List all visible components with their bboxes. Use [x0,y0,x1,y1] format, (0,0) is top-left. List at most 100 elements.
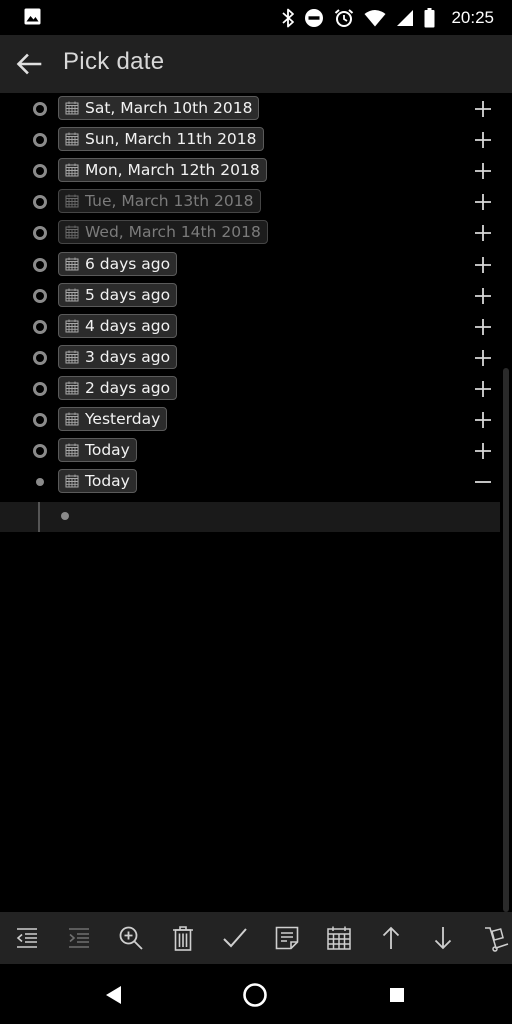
list-item[interactable]: 4 days ago [0,311,512,342]
list-item[interactable]: 6 days ago [0,249,512,280]
page-title: Pick date [63,48,165,75]
list-item[interactable]: 5 days ago [0,280,512,311]
bullet-collapsed[interactable] [33,350,47,365]
bullet-collapsed[interactable] [33,288,47,303]
list-item[interactable]: Tue, March 13th 2018 [0,186,512,217]
calendar-icon [65,443,79,457]
do-not-disturb-icon [305,9,324,27]
date-chip[interactable]: Today [58,438,137,463]
list-item[interactable]: Wed, March 14th 2018 [0,217,512,248]
calendar-icon [65,319,79,333]
bullet-collapsed[interactable] [33,413,47,427]
new-item-row[interactable] [0,502,500,532]
calendar-icon [65,225,79,239]
calendar-icon [65,194,79,208]
outdent-icon[interactable] [13,924,41,952]
list-item[interactable]: Today [0,435,512,466]
plus-icon[interactable] [472,285,494,307]
bluetooth-icon [282,8,295,28]
date-chip-label: Sat, March 10th 2018 [85,99,253,117]
list-item[interactable]: Yesterday [0,404,512,435]
zoom-in-icon[interactable] [117,924,145,952]
bullet-collapsed[interactable] [33,164,47,179]
indent-guide [38,502,40,532]
plus-icon[interactable] [472,98,494,120]
back-triangle-icon[interactable] [101,982,127,1008]
move-icon[interactable] [482,924,510,952]
note-icon[interactable] [273,924,301,952]
scrollbar[interactable] [503,368,509,912]
date-chip[interactable]: 2 days ago [58,375,178,400]
date-chip-label: Tue, March 13th 2018 [85,192,254,211]
bullet-collapsed[interactable] [33,257,47,272]
calendar-icon [65,288,79,302]
trash-icon[interactable] [169,924,197,952]
bullet-collapsed[interactable] [33,319,47,334]
date-chip-label: 6 days ago [85,254,171,273]
date-chip[interactable]: 3 days ago [58,344,178,369]
date-chip-label: 4 days ago [85,316,171,335]
bullet-collapsed[interactable] [33,226,47,241]
navigation-bar [0,964,512,1024]
date-chip[interactable]: Tue, March 13th 2018 [58,189,261,214]
indent-icon[interactable] [65,924,93,952]
list-item[interactable]: Sat, March 10th 2018 [0,93,512,124]
list-item[interactable]: 3 days ago [0,342,512,373]
date-chip[interactable]: Sun, March 11th 2018 [58,127,264,152]
plus-icon[interactable] [472,409,494,431]
bottom-toolbar [0,912,512,964]
list-item[interactable]: Today [0,466,512,497]
arrow-up-icon[interactable] [377,924,405,952]
plus-icon[interactable] [472,347,494,369]
list-item[interactable]: 2 days ago [0,373,512,404]
date-chip[interactable]: Mon, March 12th 2018 [58,158,267,183]
calendar-icon [65,163,79,177]
bullet-dot [61,512,69,520]
calendar-icon[interactable] [325,924,353,952]
date-chip-label: 3 days ago [85,347,171,366]
plus-icon[interactable] [472,254,494,276]
check-icon[interactable] [221,924,249,952]
plus-icon[interactable] [472,222,494,244]
date-chip[interactable]: Yesterday [58,407,168,431]
date-chip-label: Sun, March 11th 2018 [85,130,257,149]
date-chip-label: Today [85,472,130,491]
bullet-dot[interactable] [36,478,44,487]
status-icons: 20:25 [282,6,494,30]
list-item[interactable]: Mon, March 12th 2018 [0,155,512,186]
home-circle-icon[interactable] [242,982,268,1008]
plus-icon[interactable] [472,191,494,213]
cellular-icon [397,10,414,26]
date-chip[interactable]: Wed, March 14th 2018 [58,220,268,245]
calendar-icon [65,101,79,115]
date-chip[interactable]: 6 days ago [58,251,178,276]
date-chip-label: Today [85,441,130,460]
date-chip[interactable]: 4 days ago [58,313,178,338]
date-chip[interactable]: 5 days ago [58,282,178,307]
recents-square-icon[interactable] [384,982,410,1008]
status-bar: 20:25 [0,0,512,35]
calendar-icon [65,132,79,146]
date-chip-label: 5 days ago [85,285,171,304]
minus-icon[interactable] [472,471,494,493]
arrow-left-icon[interactable] [14,49,44,79]
bullet-collapsed[interactable] [33,195,47,210]
bullet-collapsed[interactable] [33,444,47,459]
app-bar: Pick date [0,35,512,93]
plus-icon[interactable] [472,129,494,151]
plus-icon[interactable] [472,316,494,338]
arrow-down-icon[interactable] [429,924,457,952]
bullet-collapsed[interactable] [33,102,47,116]
plus-icon[interactable] [472,160,494,182]
date-chip[interactable]: Sat, March 10th 2018 [58,96,260,120]
date-chip[interactable]: Today [58,469,137,494]
bullet-collapsed[interactable] [33,381,47,396]
battery-icon [424,8,435,28]
list-item[interactable]: Sun, March 11th 2018 [0,124,512,155]
plus-icon[interactable] [472,440,494,462]
bullet-collapsed[interactable] [33,133,47,148]
plus-icon[interactable] [472,378,494,400]
alarm-icon [335,9,354,27]
wifi-icon [364,10,386,27]
calendar-icon [65,412,79,426]
